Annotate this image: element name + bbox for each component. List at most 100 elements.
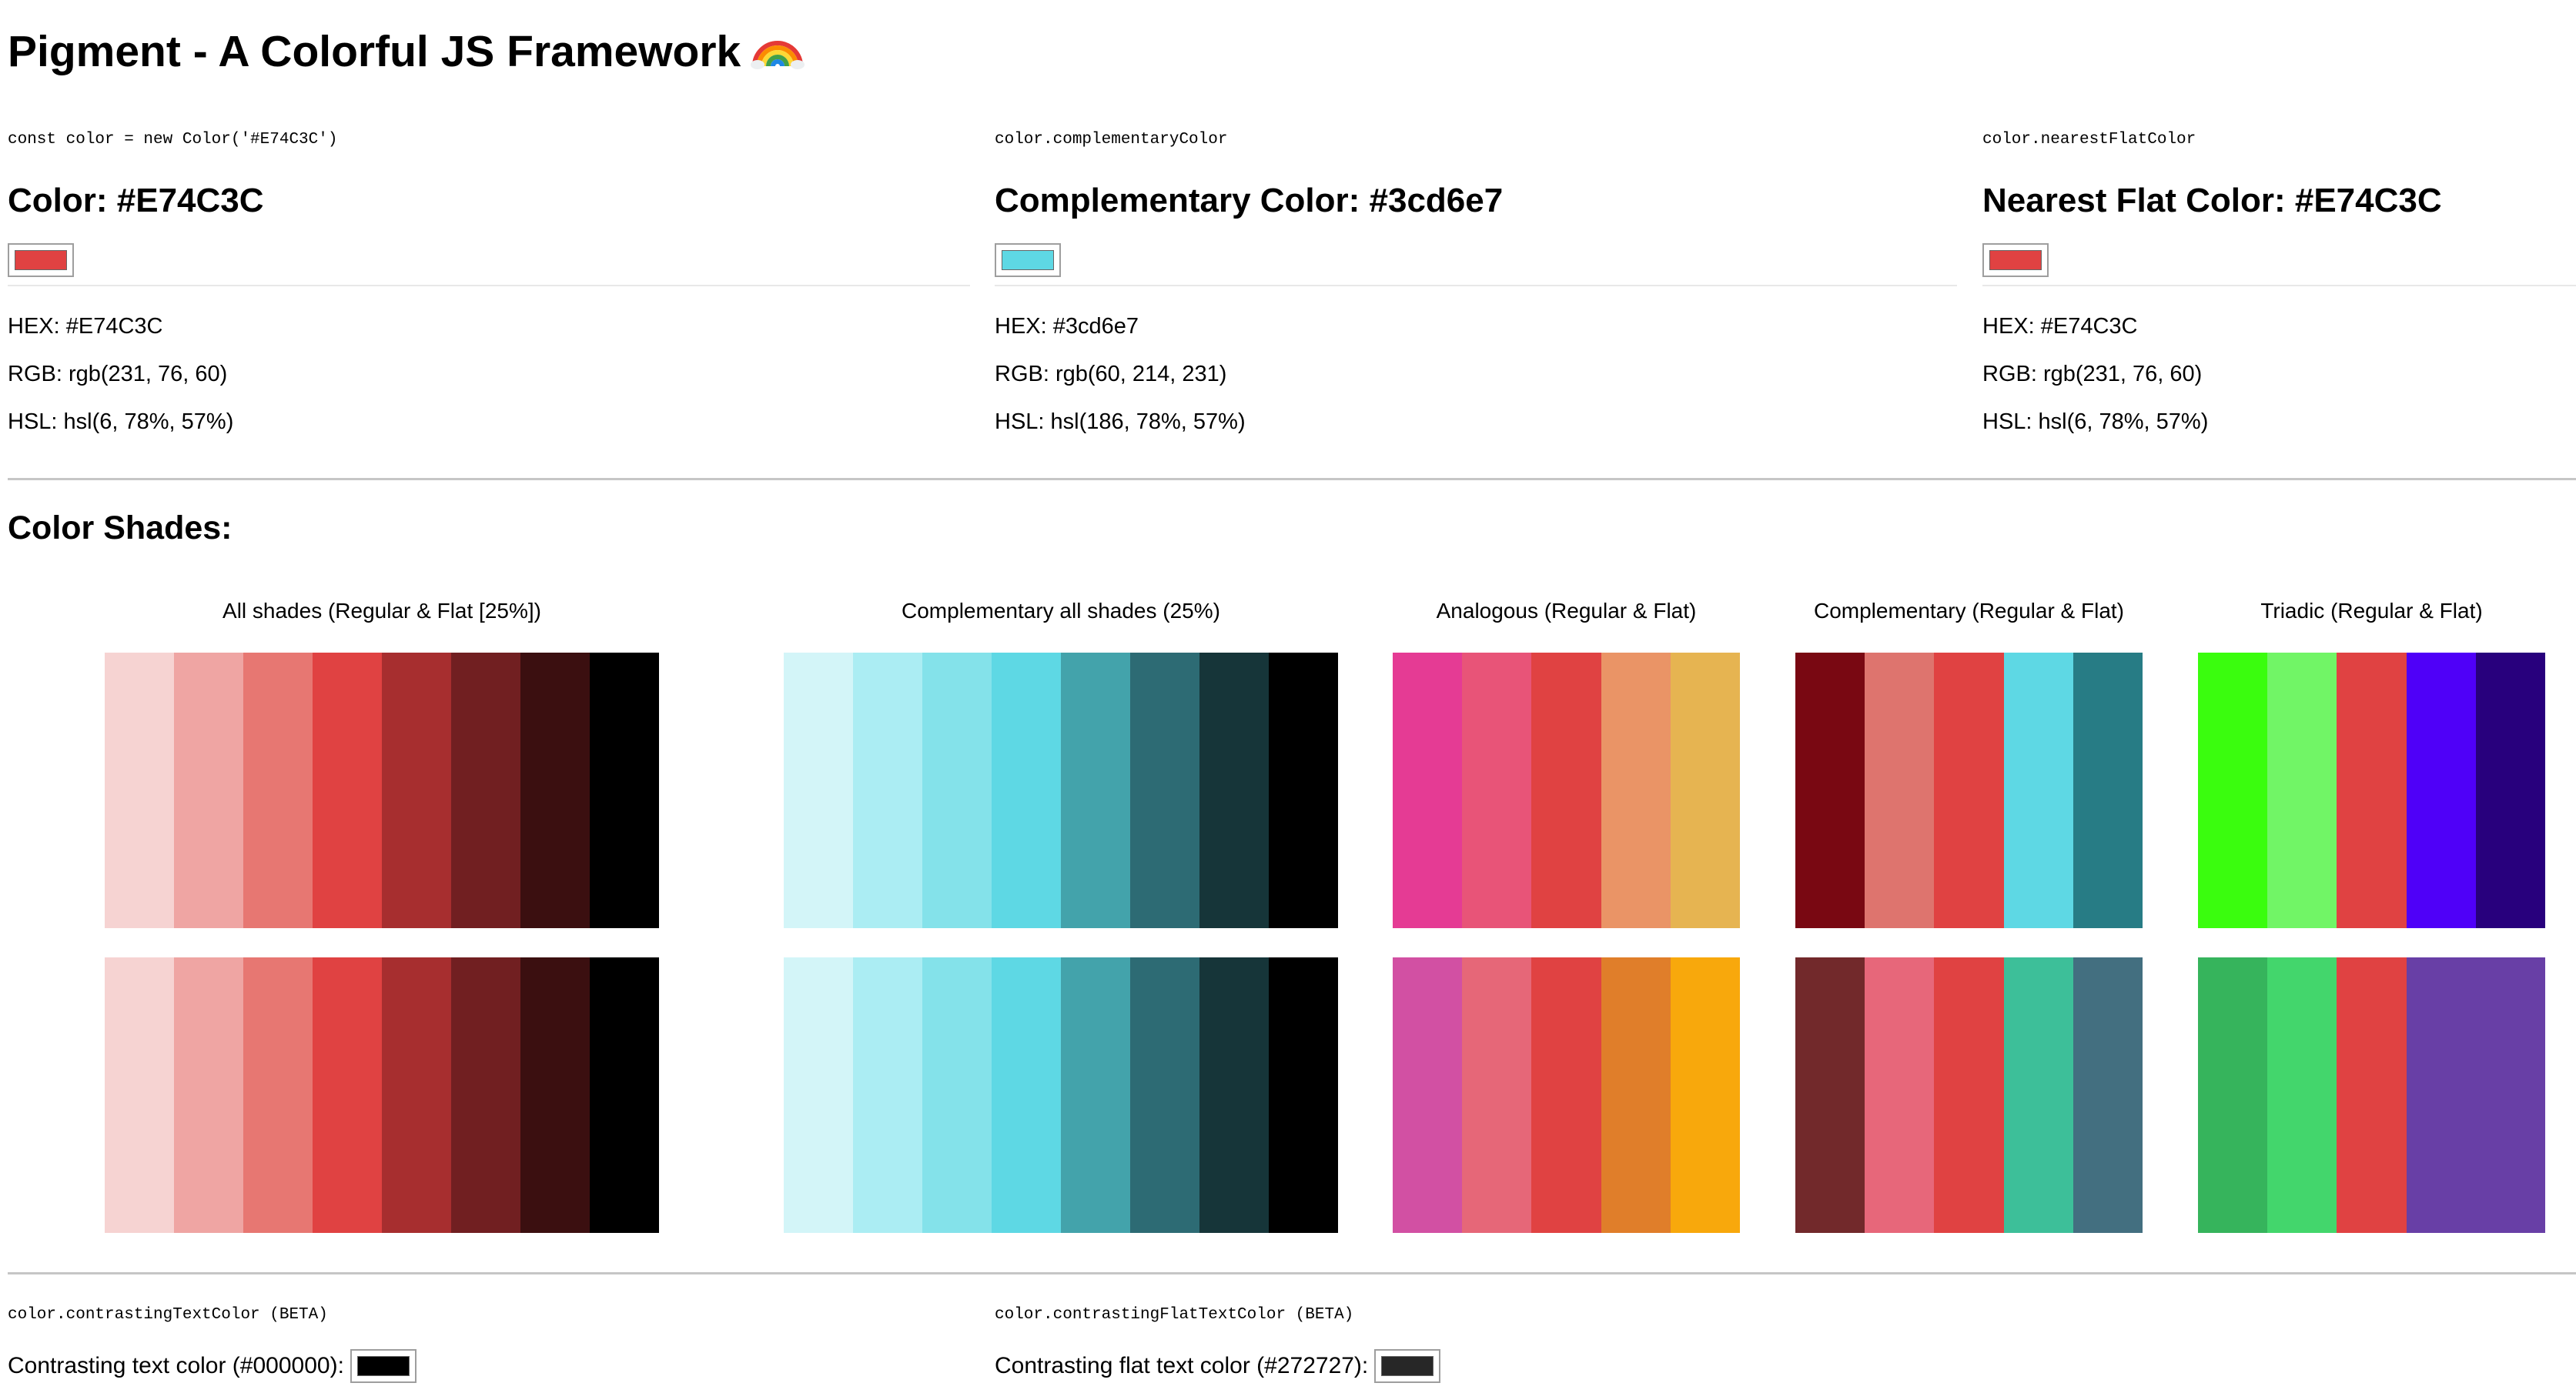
shade-swatch	[2073, 653, 2143, 928]
complementary-regular-strip	[1795, 653, 2143, 928]
shade-swatch	[853, 957, 922, 1233]
shade-swatch	[105, 957, 174, 1233]
contrasting-text-swatch	[350, 1349, 417, 1383]
shade-swatch	[2003, 653, 2073, 928]
divider	[8, 285, 970, 286]
divider	[995, 285, 1957, 286]
nearest-flat-color-column: color.nearestFlatColor Nearest Flat Colo…	[1982, 131, 2576, 434]
shade-swatch	[1795, 653, 1865, 928]
page-title: Pigment - A Colorful JS Framework	[8, 26, 805, 77]
shade-swatch	[1601, 957, 1671, 1233]
shade-swatch	[1130, 653, 1199, 928]
shade-swatch	[1795, 957, 1865, 1233]
shade-swatch	[2267, 653, 2337, 928]
shade-swatch	[853, 653, 922, 928]
shade-swatch	[922, 957, 992, 1233]
section-divider	[8, 478, 2576, 480]
shade-swatch	[1531, 653, 1601, 928]
shade-swatch	[243, 653, 313, 928]
complementary-color-swatch-fill	[1002, 250, 1054, 270]
shade-swatch	[382, 957, 451, 1233]
shade-swatch	[1462, 653, 1532, 928]
shade-swatch	[1269, 653, 1338, 928]
complementary-color-column: color.complementaryColor Complementary C…	[995, 131, 1957, 434]
shade-swatch	[1601, 653, 1671, 928]
color-heading: Color: #E74C3C	[8, 182, 264, 219]
shade-swatch	[1130, 957, 1199, 1233]
shade-swatch	[2337, 653, 2407, 928]
color-swatch-fill	[15, 250, 67, 270]
shade-swatch	[2003, 957, 2073, 1233]
shade-swatch	[1865, 653, 1935, 928]
shade-swatch	[2406, 957, 2476, 1233]
shade-swatch	[1199, 653, 1269, 928]
shade-swatch	[992, 957, 1061, 1233]
contrasting-text-code: color.contrastingTextColor (BETA)	[8, 1306, 328, 1324]
shade-swatch	[243, 957, 313, 1233]
shade-swatch	[313, 957, 382, 1233]
shade-swatch	[451, 653, 520, 928]
hsl-value: HSL: hsl(6, 78%, 57%)	[1982, 409, 2209, 434]
analogous-flat-strip	[1393, 957, 1741, 1233]
shade-swatch	[1865, 957, 1935, 1233]
shade-swatch	[2337, 957, 2407, 1233]
code-snippet: color.nearestFlatColor	[1982, 131, 2196, 149]
shade-swatch	[1393, 957, 1463, 1233]
rgb-value: RGB: rgb(60, 214, 231)	[995, 362, 1227, 386]
complementary-color-swatch	[995, 243, 1061, 277]
shade-swatch	[784, 653, 853, 928]
shade-swatch	[992, 653, 1061, 928]
contrasting-text-swatch-fill	[356, 1356, 410, 1376]
shade-swatch	[590, 653, 659, 928]
triadic-regular-strip	[2198, 653, 2546, 928]
analogous-regular-strip	[1393, 653, 1741, 928]
contrasting-flat-text-row: Contrasting flat text color (#272727):	[995, 1349, 1441, 1383]
hsl-value: HSL: hsl(186, 78%, 57%)	[995, 409, 1246, 434]
divider	[1982, 285, 2576, 286]
shade-swatch	[1269, 957, 1338, 1233]
shade-swatch	[2406, 653, 2476, 928]
shade-swatch	[174, 653, 243, 928]
contrasting-flat-text-label: Contrasting flat text color (#272727):	[995, 1353, 1369, 1378]
rgb-value: RGB: rgb(231, 76, 60)	[8, 362, 228, 386]
nearest-flat-color-swatch-fill	[1989, 250, 2042, 270]
all-shades-flat-strip	[105, 957, 659, 1233]
page-title-text: Pigment - A Colorful JS Framework	[8, 27, 741, 76]
rainbow-icon	[751, 41, 805, 69]
all-shades-label: All shades (Regular & Flat [25%])	[222, 599, 541, 623]
code-snippet: const color = new Color('#E74C3C')	[8, 131, 338, 149]
hex-value: HEX: #E74C3C	[1982, 314, 2138, 339]
hsl-value: HSL: hsl(6, 78%, 57%)	[8, 409, 234, 434]
shade-swatch	[1393, 653, 1463, 928]
shade-swatch	[451, 957, 520, 1233]
shade-swatch	[2198, 957, 2268, 1233]
complementary-color-heading: Complementary Color: #3cd6e7	[995, 182, 1504, 219]
triadic-label: Triadic (Regular & Flat)	[2260, 599, 2483, 623]
shade-swatch	[590, 957, 659, 1233]
shade-swatch	[313, 653, 382, 928]
hex-value: HEX: #E74C3C	[8, 314, 163, 339]
nearest-flat-color-swatch	[1982, 243, 2049, 277]
color-shades-title: Color Shades:	[8, 509, 233, 546]
shade-swatch	[1462, 957, 1532, 1233]
shade-swatch	[784, 957, 853, 1233]
shade-swatch	[105, 653, 174, 928]
shade-swatch	[1531, 957, 1601, 1233]
shade-swatch	[1670, 957, 1741, 1233]
hex-value: HEX: #3cd6e7	[995, 314, 1139, 339]
color-column: const color = new Color('#E74C3C') Color…	[8, 131, 970, 434]
shade-swatch	[2475, 957, 2546, 1233]
complementary-label: Complementary (Regular & Flat)	[1813, 599, 2125, 623]
shade-swatch	[174, 957, 243, 1233]
shade-swatch	[382, 653, 451, 928]
shade-swatch	[1934, 957, 2004, 1233]
shade-swatch	[520, 653, 590, 928]
complementary-all-shades-regular-strip	[784, 653, 1338, 928]
shade-swatch	[2198, 653, 2268, 928]
complementary-all-shades-label: Complementary all shades (25%)	[902, 599, 1220, 623]
contrasting-text-row: Contrasting text color (#000000):	[8, 1349, 417, 1383]
color-swatch	[8, 243, 74, 277]
contrasting-flat-text-swatch-fill	[1381, 1356, 1434, 1376]
shade-swatch	[2475, 653, 2546, 928]
all-shades-regular-strip	[105, 653, 659, 928]
